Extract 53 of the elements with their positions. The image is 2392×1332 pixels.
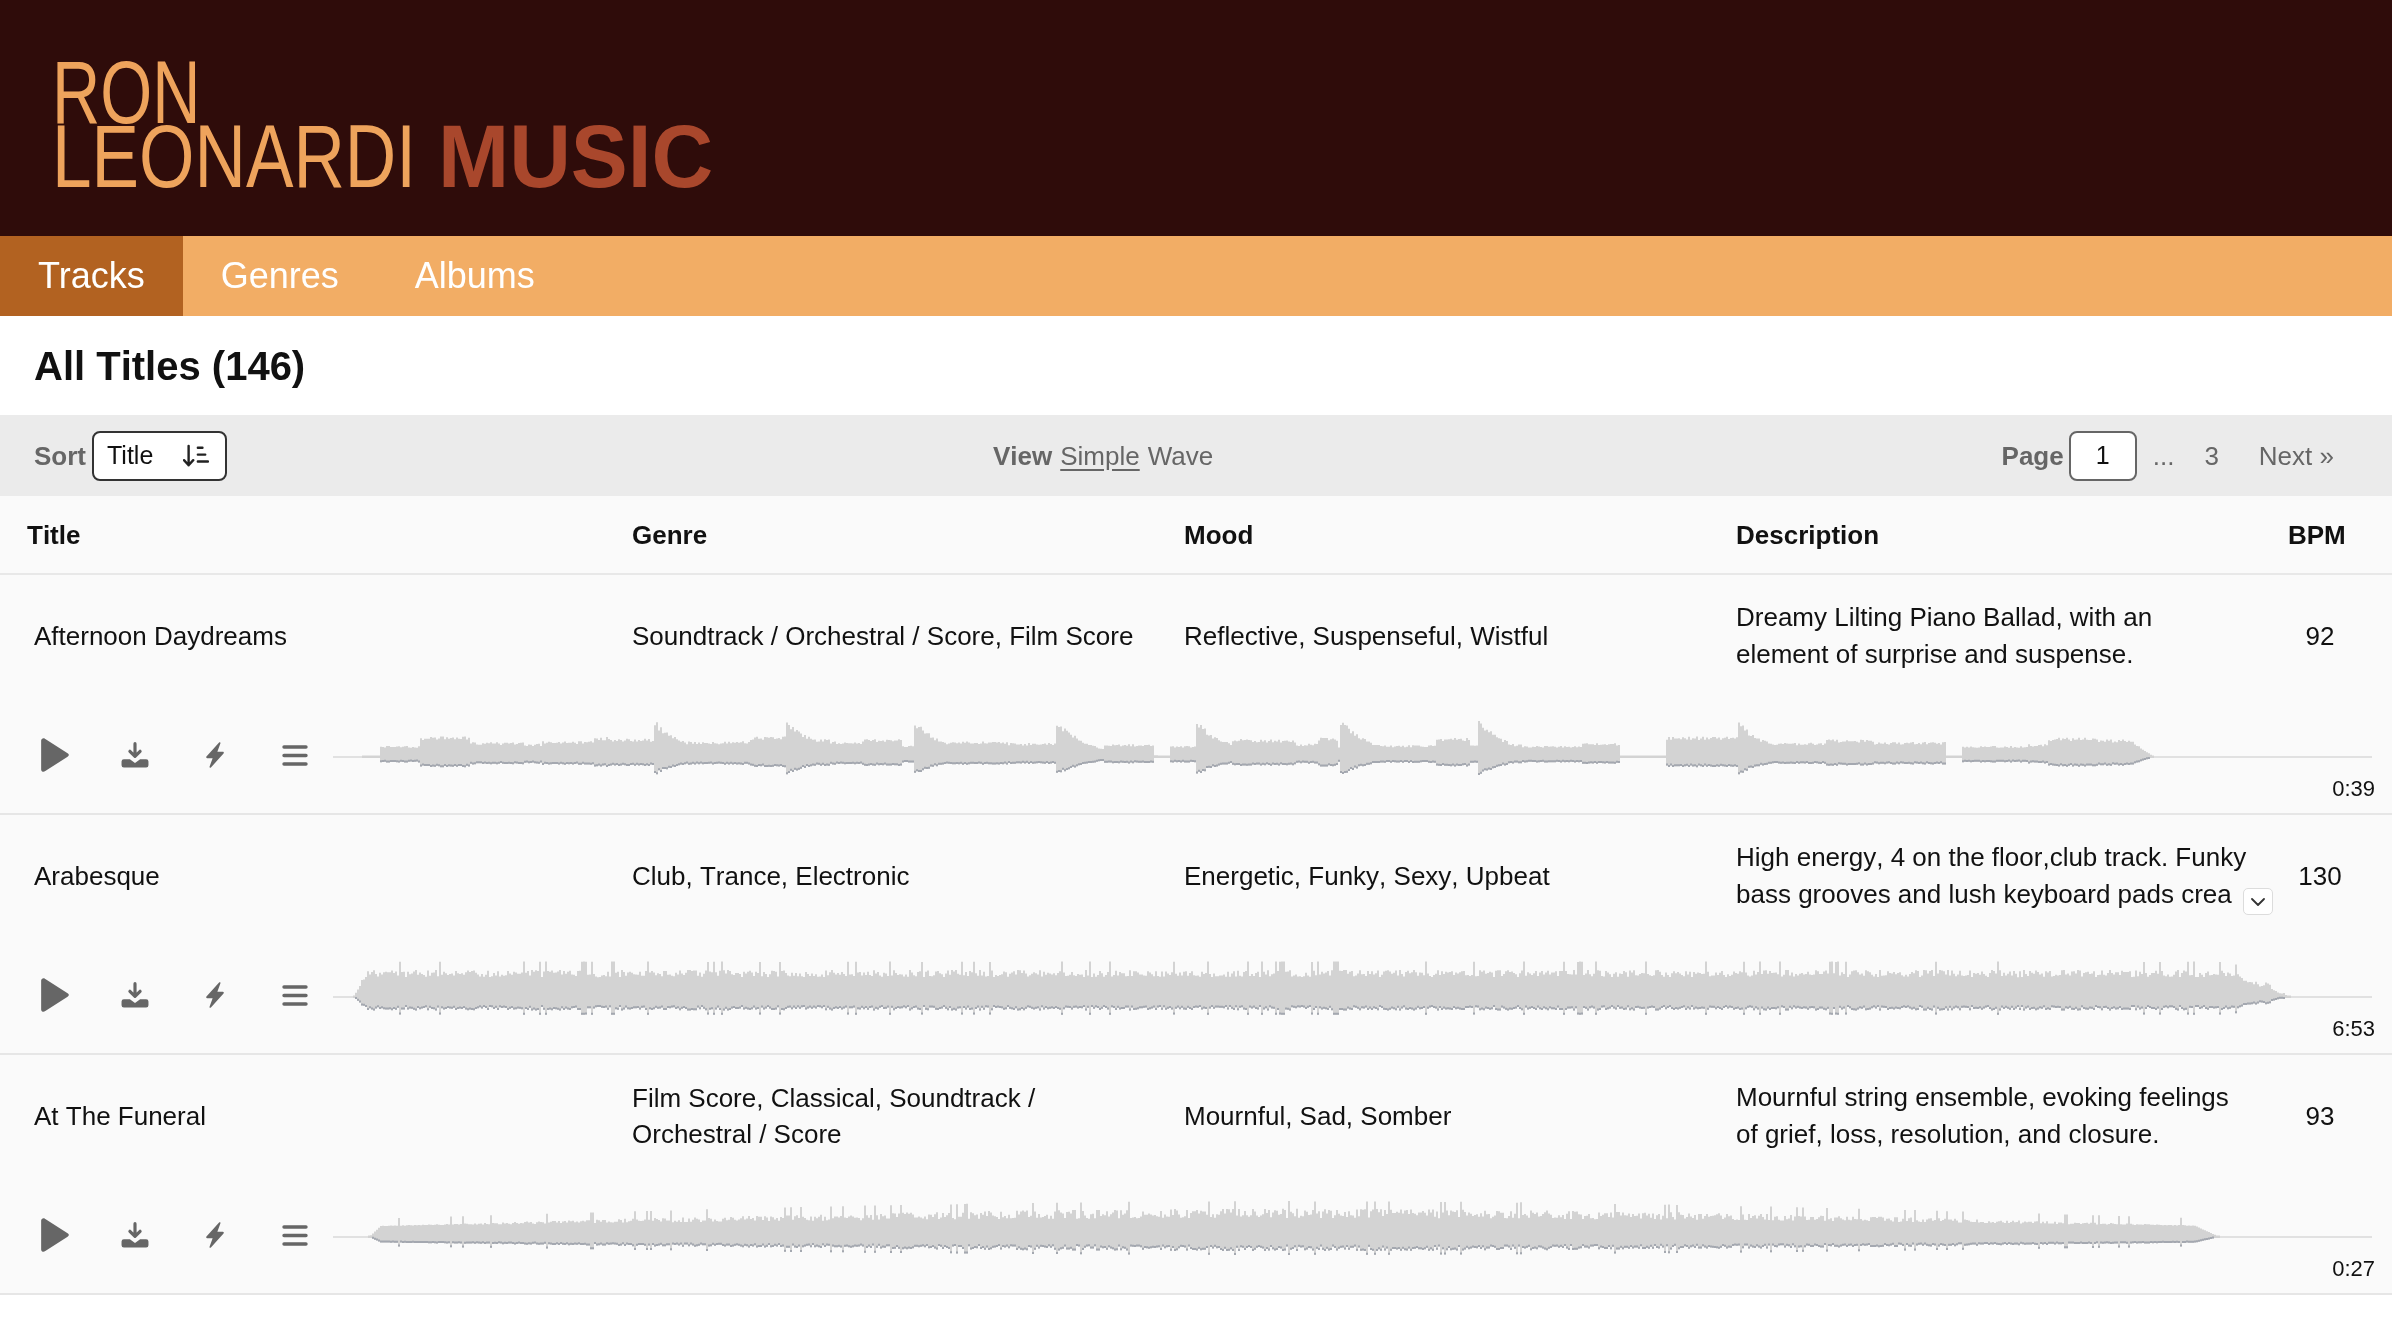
view-label: View [993, 439, 1053, 472]
column-header: Genre [632, 518, 709, 551]
sort-select[interactable]: Title [92, 430, 228, 481]
track-title: At The Funeral [34, 1100, 207, 1133]
lightning-icon [205, 741, 225, 769]
page-label: Page [2001, 439, 2064, 472]
page-heading: All Titles (146) [34, 342, 306, 390]
play-icon [41, 738, 69, 772]
nav-tab[interactable]: Tracks [0, 236, 183, 316]
page-link[interactable]: 3 [2204, 439, 2219, 472]
view-option[interactable]: Wave [1147, 439, 1214, 472]
sort-icon [183, 443, 210, 468]
lightning-icon [205, 1221, 225, 1249]
track-title: Arabesque [34, 860, 161, 893]
column-header: Description [1736, 518, 1881, 551]
logo-text: LEONARDI [52, 124, 416, 188]
track-title: Afternoon Daydreams [34, 620, 288, 653]
download-icon [121, 742, 149, 768]
track-description: Mournful string ensemble, evoking feelings of grief, loss, resolution, and closure. [1736, 1081, 2230, 1151]
track-genre: Soundtrack / Orchestral / Score, Film Score [632, 620, 1135, 653]
track-description: High energy, 4 on the floor,club track. Funky bass grooves and lush keyboard pads crea [1736, 841, 2248, 911]
column-header: Mood [1184, 518, 1255, 551]
column-header: Title [27, 518, 82, 551]
chevron-down-icon [2251, 897, 2265, 906]
logo-text: MUSIC [438, 124, 714, 188]
view-option[interactable]: Simple [1060, 439, 1140, 472]
track-bpm: 93 [2304, 1100, 2336, 1133]
track-duration: 6:53 [2332, 1016, 2375, 1042]
page-input[interactable]: 1 [2068, 430, 2137, 481]
menu-icon [282, 984, 308, 1006]
download-icon [121, 982, 149, 1008]
menu-icon [282, 744, 308, 766]
download-icon [121, 1222, 149, 1248]
track-mood: Energetic, Funky, Sexy, Upbeat [1184, 860, 1551, 893]
play-icon [41, 1218, 69, 1252]
next-link[interactable]: Next » [2258, 439, 2334, 472]
track-mood: Mournful, Sad, Somber [1184, 1100, 1453, 1133]
play-icon [41, 978, 69, 1012]
logo-text: RON [52, 60, 201, 124]
track-description: Dreamy Lilting Piano Ballad, with an element of surprise and suspense. [1736, 601, 2154, 671]
lightning-icon [205, 981, 225, 1009]
column-header: BPM [2288, 518, 2347, 551]
track-bpm: 92 [2304, 620, 2336, 653]
track-genre: Club, Trance, Electronic [632, 860, 911, 893]
expand-button[interactable] [2243, 888, 2273, 915]
track-duration: 0:39 [2332, 776, 2375, 802]
track-genre: Film Score, Classical, Soundtrack / Orchestral / Score [632, 1082, 1037, 1151]
pagination-ellipsis: ... [2152, 439, 2175, 472]
track-mood: Reflective, Suspenseful, Wistful [1184, 620, 1550, 653]
track-duration: 0:27 [2332, 1256, 2375, 1282]
sort-label: Sort [34, 439, 86, 472]
menu-icon [282, 1224, 308, 1246]
track-bpm: 130 [2297, 860, 2343, 893]
